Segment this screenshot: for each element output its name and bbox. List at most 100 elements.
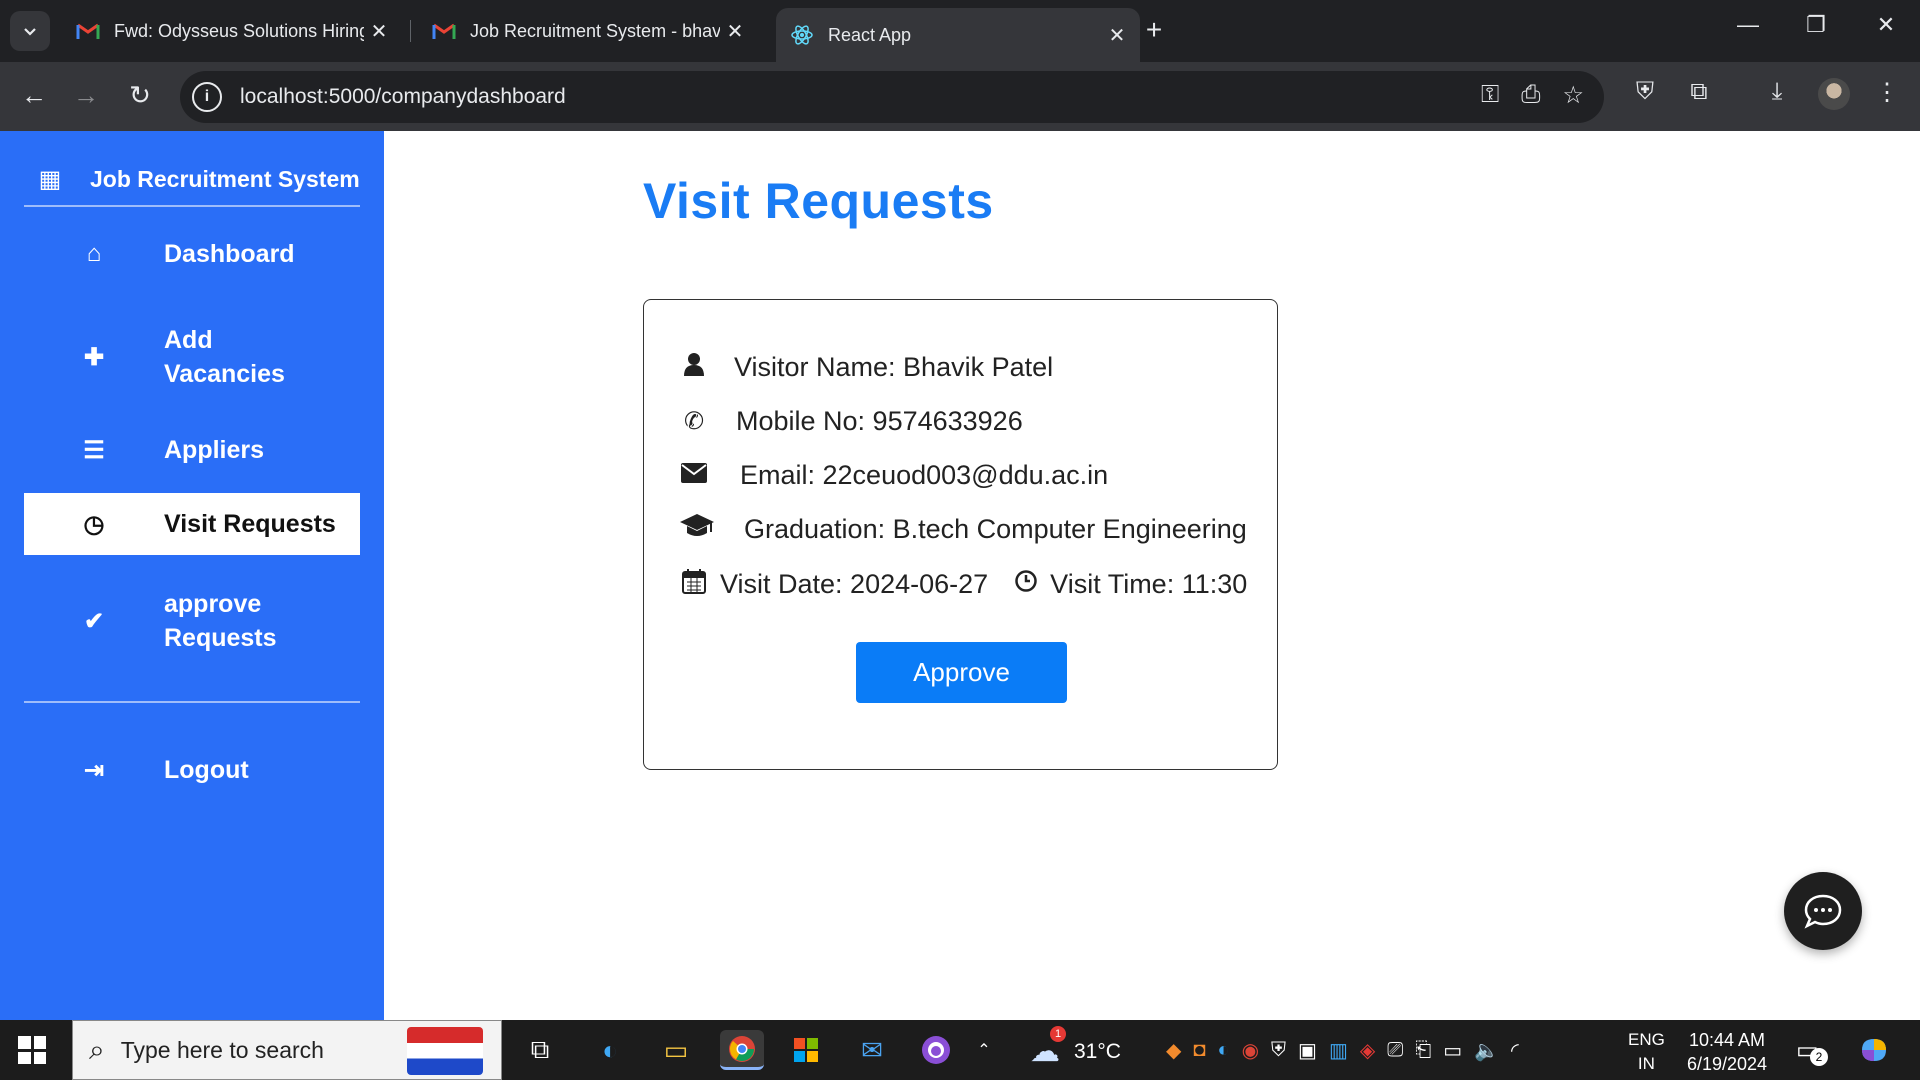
taskbar-clock[interactable]: 10:44 AM 6/19/2024 (1684, 1028, 1770, 1076)
github-icon[interactable] (914, 1030, 958, 1070)
taskbar-overflow-chevron-icon[interactable]: ⌃ (972, 1030, 996, 1070)
close-icon[interactable]: ✕ (364, 19, 394, 44)
network-drive-icon[interactable]: ⎗ (1415, 1039, 1431, 1062)
tray-app-icon[interactable]: ▥ (1329, 1038, 1348, 1063)
language-indicator[interactable]: ENG IN (1628, 1028, 1665, 1076)
graduation-row: Graduation: B.tech Computer Engineering (680, 514, 1247, 545)
copilot-icon[interactable] (1852, 1030, 1896, 1070)
region-code: IN (1637, 1054, 1655, 1073)
graduation-cap-icon (680, 514, 714, 545)
forward-arrow-icon[interactable]: → (68, 80, 104, 111)
store-icon[interactable] (784, 1030, 828, 1070)
restore-icon[interactable]: ❐ (1796, 12, 1836, 38)
sidebar-item-logout[interactable]: ⇥ Logout (24, 745, 360, 795)
security-icon[interactable]: ⛨ (1271, 1039, 1286, 1062)
clock-date: 6/19/2024 (1686, 1054, 1768, 1074)
chrome-tray-icon[interactable]: ◉ (1242, 1038, 1259, 1063)
sidebar-item-label: Logout (164, 756, 249, 784)
visit-date: Visit Date: 2024-06-27 (720, 569, 989, 599)
visit-request-card: Visitor Name: Bhavik Patel ✆ Mobile No: … (643, 299, 1278, 770)
extension-shield-icon[interactable]: ⛨ (1628, 78, 1662, 106)
mobile-number: Mobile No: 9574633926 (736, 406, 1023, 436)
install-app-icon[interactable]: ⎙ (1521, 81, 1540, 110)
url-text[interactable]: localhost:5000/companydashboard (240, 85, 566, 109)
chat-button[interactable] (1784, 872, 1862, 950)
edge-icon[interactable]: ◐ (588, 1030, 632, 1070)
sidebar-item-dashboard[interactable]: ⌂ Dashboard (24, 229, 360, 279)
display-icon[interactable]: ▣ (1298, 1038, 1317, 1063)
key-icon[interactable]: ⚿ (1481, 81, 1499, 110)
tab-react-app[interactable]: React App ✕ (776, 8, 1140, 62)
star-icon[interactable]: ☆ (1562, 81, 1584, 110)
tray-app-icon[interactable]: ◆ (1166, 1038, 1181, 1063)
graduation: Graduation: B.tech Computer Engineering (744, 514, 1247, 544)
mail-icon[interactable]: ✉ (850, 1030, 894, 1070)
lang-code: ENG (1628, 1030, 1665, 1049)
address-bar[interactable]: i localhost:5000/companydashboard ⚿ ⎙ ☆ (180, 71, 1604, 123)
download-icon[interactable]: ⤓ (1760, 78, 1794, 106)
close-icon[interactable]: ✕ (1102, 23, 1132, 48)
sidebar-item-add-vacancies[interactable]: ✚ Add Vacancies (24, 317, 360, 397)
chevron-down-icon (24, 28, 36, 36)
sidebar: ▦ Job Recruitment System ⌂ Dashboard ✚ A… (0, 131, 384, 1020)
sidebar-item-appliers[interactable]: ☰ Appliers (24, 425, 360, 475)
gmail-icon (432, 19, 456, 43)
sidebar-item-label: Visit Requests (164, 510, 336, 538)
phone-icon: ✆ (683, 408, 705, 435)
cloud-icon: ☁ 1 (1030, 1026, 1066, 1069)
sidebar-item-label: Dashboard (164, 240, 295, 268)
wifi-icon[interactable]: ◜ (1511, 1038, 1519, 1063)
file-explorer-icon[interactable]: ▭ (654, 1030, 698, 1070)
sidebar-brand: ▦ Job Recruitment System (24, 153, 360, 207)
tab-title: React App (828, 24, 912, 45)
plus-icon: ✚ (83, 343, 105, 371)
visit-schedule-row: Visit Date: 2024-06-27 Visit Time: 11:30 (680, 568, 1247, 601)
tab-title: Job Recruitment System - bhavi (470, 20, 720, 41)
search-highlight-image (407, 1027, 483, 1075)
sidebar-divider (24, 701, 360, 703)
weather-widget[interactable]: ☁ 1 31°C (1030, 1026, 1121, 1069)
reload-icon[interactable]: ↻ (122, 80, 158, 111)
search-icon: ⌕ (89, 1033, 105, 1065)
clock-time: 10:44 AM (1688, 1030, 1766, 1050)
menu-dots-icon[interactable]: ⋮ (1870, 78, 1904, 107)
visit-time: Visit Time: 11:30 (1050, 569, 1248, 599)
meet-icon[interactable]: ⎚ (1387, 1039, 1403, 1062)
tab-search-button[interactable] (10, 11, 50, 51)
sidebar-item-visit-requests[interactable]: ◷ Visit Requests (24, 493, 360, 555)
battery-icon[interactable]: ▭ (1443, 1038, 1462, 1063)
page-title: Visit Requests (643, 173, 994, 229)
profile-avatar[interactable] (1818, 78, 1850, 110)
windows-start-icon[interactable] (18, 1036, 46, 1064)
tab-gmail-1[interactable]: Fwd: Odysseus Solutions Hiring ✕ (62, 8, 402, 54)
notification-center-icon[interactable]: ▭ 2 (1796, 1036, 1828, 1066)
task-view-icon[interactable]: ⧉ (518, 1030, 562, 1070)
browser-toolbar: ← → ↻ i localhost:5000/companydashboard … (0, 62, 1920, 131)
minimize-icon[interactable]: — (1728, 12, 1768, 38)
chrome-icon[interactable] (720, 1030, 764, 1070)
volume-icon[interactable]: 🔈 (1474, 1038, 1499, 1063)
close-icon[interactable]: ✕ (720, 19, 750, 44)
weather-badge: 1 (1050, 1026, 1066, 1042)
tab-gmail-2[interactable]: Job Recruitment System - bhavi ✕ (418, 8, 758, 54)
email: Email: 22ceuod003@ddu.ac.in (740, 460, 1109, 490)
weather-temp: 31°C (1074, 1039, 1121, 1063)
email-row: Email: 22ceuod003@ddu.ac.in (680, 460, 1108, 491)
tray-app-icon[interactable]: ◈ (1360, 1038, 1375, 1063)
approve-button[interactable]: Approve (856, 642, 1067, 703)
tray-app-icon[interactable]: ◘ (1193, 1039, 1205, 1062)
sidebar-item-approve-requests[interactable]: ✔ approve Requests (24, 581, 360, 661)
edge-tray-icon[interactable]: ◐ (1217, 1039, 1229, 1062)
logout-icon: ⇥ (83, 756, 105, 784)
check-icon: ✔ (83, 607, 105, 635)
site-info-icon[interactable]: i (192, 82, 222, 112)
visitor-name: Visitor Name: Bhavik Patel (734, 352, 1054, 382)
extensions-puzzle-icon[interactable]: ⧉ (1682, 78, 1716, 106)
system-tray: ◆ ◘ ◐ ◉ ⛨ ▣ ▥ ◈ ⎚ ⎗ ▭ 🔈 ◜ (1160, 1020, 1525, 1080)
taskbar: ⌕ Type here to search ⧉ ◐ ▭ ✉ ⌃ ☁ 1 31°C … (0, 1020, 1920, 1080)
back-arrow-icon[interactable]: ← (16, 80, 52, 111)
taskbar-search[interactable]: ⌕ Type here to search (72, 1020, 502, 1080)
new-tab-button[interactable]: + (1138, 14, 1170, 46)
close-window-icon[interactable]: ✕ (1866, 12, 1906, 38)
list-icon: ☰ (83, 436, 105, 464)
